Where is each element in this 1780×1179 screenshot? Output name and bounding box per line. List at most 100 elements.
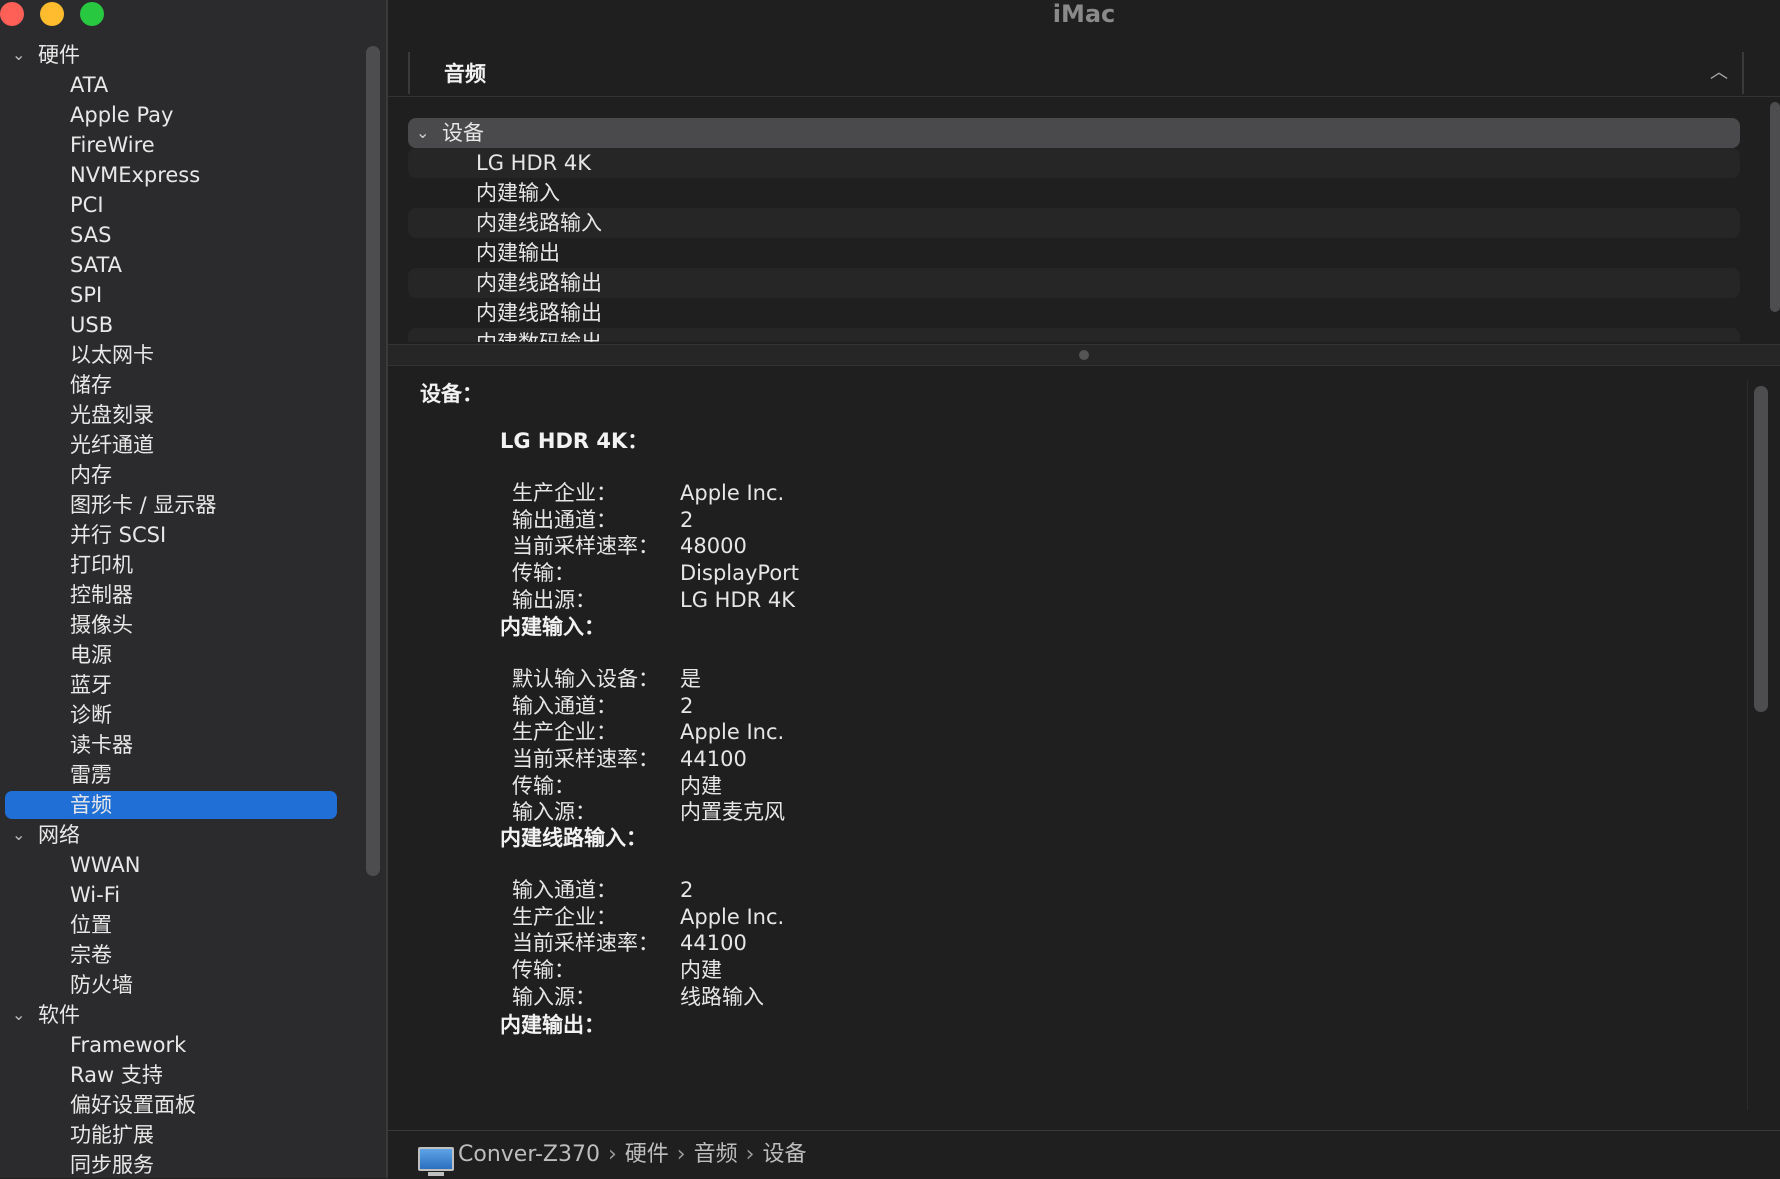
- sidebar-item[interactable]: 雷雳: [0, 760, 370, 790]
- minimize-window-button[interactable]: [40, 2, 64, 26]
- device-row[interactable]: 内建线路输入: [408, 208, 1740, 238]
- sidebar-item[interactable]: WWAN: [0, 850, 370, 880]
- sidebar-item[interactable]: 功能扩展: [0, 1120, 370, 1150]
- sidebar-item[interactable]: 宗卷: [0, 940, 370, 970]
- splitter-handle[interactable]: [1079, 350, 1089, 360]
- chevron-down-icon[interactable]: ⌄: [416, 118, 429, 148]
- sidebar-item[interactable]: USB: [0, 310, 370, 340]
- breadcrumb-item[interactable]: Conver-Z370: [458, 1142, 600, 1167]
- device-row[interactable]: 内建线路输出: [408, 298, 1740, 328]
- breadcrumb-item[interactable]: 设备: [762, 1142, 806, 1167]
- property-key: 生产企业：: [512, 904, 617, 929]
- chevron-up-icon[interactable]: ︿: [1710, 58, 1728, 84]
- device-row[interactable]: 内建线路输出: [408, 268, 1740, 298]
- sidebar-item[interactable]: SPI: [0, 280, 370, 310]
- sidebar-item-label: NVMExpress: [70, 163, 201, 187]
- property-key: 输出通道：: [512, 507, 617, 532]
- sidebar-item[interactable]: 蓝牙: [0, 670, 370, 700]
- property-row: 传输： 内建: [512, 957, 1400, 984]
- sidebar-item[interactable]: Raw 支持: [0, 1060, 370, 1090]
- property-key: 输入通道：: [512, 693, 617, 718]
- sidebar-item[interactable]: 控制器: [0, 580, 370, 610]
- device-row[interactable]: LG HDR 4K: [408, 148, 1740, 178]
- sidebar-tree: ⌄ 硬件 ATA Apple Pay FireWire NVMExpress PCI SAS S…: [0, 40, 370, 1178]
- sidebar-item[interactable]: 位置: [0, 910, 370, 940]
- sidebar-item[interactable]: ATA: [0, 70, 370, 100]
- device-row[interactable]: 内建输出: [408, 238, 1740, 268]
- zoom-window-button[interactable]: [80, 2, 104, 26]
- sidebar-group[interactable]: ⌄ 软件: [0, 1000, 370, 1030]
- sidebar-item[interactable]: 同步服务: [0, 1150, 370, 1178]
- sidebar-item[interactable]: NVMExpress: [0, 160, 370, 190]
- main-pane: iMac 音频 ︿ ⌄ 设备 LG HDR 4K 内建输入 内建线路输入 内建输出 内建线路…: [388, 0, 1780, 1179]
- sidebar-item[interactable]: 诊断: [0, 700, 370, 730]
- sidebar-item[interactable]: 光纤通道: [0, 430, 370, 460]
- breadcrumb-item[interactable]: 音频: [694, 1142, 738, 1167]
- breadcrumb-item[interactable]: 硬件: [625, 1142, 669, 1167]
- sidebar-item[interactable]: 摄像头: [0, 610, 370, 640]
- sidebar-scrollbar[interactable]: [366, 46, 380, 876]
- sidebar-item[interactable]: Apple Pay: [0, 100, 370, 130]
- sidebar-item-label: 控制器: [70, 583, 133, 607]
- device-detail: 内建输出：: [500, 1010, 1400, 1040]
- sidebar-item-label: 内存: [70, 463, 112, 487]
- sidebar-item[interactable]: Framework: [0, 1030, 370, 1060]
- sidebar-item[interactable]: 偏好设置面板: [0, 1090, 370, 1120]
- close-window-button[interactable]: [0, 2, 24, 26]
- sidebar-group[interactable]: ⌄ 网络: [0, 820, 370, 850]
- property-key: 当前采样速率：: [512, 747, 659, 772]
- chevron-down-icon[interactable]: ⌄: [12, 1000, 25, 1030]
- sidebar-item-label: 蓝牙: [70, 673, 112, 697]
- sidebar-item[interactable]: 并行 SCSI: [0, 520, 370, 550]
- property-row: 输入通道： 2: [512, 877, 1400, 904]
- property-row: 默认输入设备： 是: [512, 666, 1400, 693]
- property-key: 输入源：: [512, 984, 596, 1009]
- sidebar-item[interactable]: 电源: [0, 640, 370, 670]
- window-title: iMac: [1052, 0, 1116, 28]
- property-row: 输出通道： 2: [512, 507, 1400, 534]
- device-row[interactable]: 内建输入: [408, 178, 1740, 208]
- chevron-down-icon[interactable]: ⌄: [12, 40, 25, 70]
- breadcrumb-separator: ›: [676, 1142, 686, 1167]
- property-key: 输出源：: [512, 587, 596, 612]
- sidebar-item[interactable]: 打印机: [0, 550, 370, 580]
- chevron-down-icon[interactable]: ⌄: [12, 820, 25, 850]
- property-key: 当前采样速率：: [512, 534, 659, 559]
- breadcrumb-separator: ›: [745, 1142, 755, 1167]
- computer-icon: [418, 1147, 454, 1176]
- sidebar-item-label: SAS: [70, 223, 112, 247]
- device-row[interactable]: 内建数码输出: [408, 328, 1740, 342]
- sidebar-item-label: 并行 SCSI: [70, 523, 167, 547]
- sidebar-item[interactable]: 图形卡 / 显示器: [0, 490, 370, 520]
- sidebar-item[interactable]: SAS: [0, 220, 370, 250]
- sidebar-item[interactable]: 读卡器: [0, 730, 370, 760]
- sidebar-item[interactable]: 音频: [0, 790, 370, 820]
- sidebar-item[interactable]: 光盘刻录: [0, 400, 370, 430]
- device-detail-title: 内建线路输入：: [500, 826, 647, 850]
- sidebar-item[interactable]: 以太网卡: [0, 340, 370, 370]
- sidebar-item[interactable]: SATA: [0, 250, 370, 280]
- pane-splitter[interactable]: [388, 344, 1780, 366]
- section-header: 音频 ︿: [408, 52, 1744, 94]
- property-value: Apple Inc.: [680, 720, 785, 745]
- sidebar-item-label: 光纤通道: [70, 433, 154, 457]
- sidebar-item[interactable]: 防火墙: [0, 970, 370, 1000]
- property-row: 输入源： 线路输入: [512, 984, 1400, 1011]
- sidebar-item-label: FireWire: [70, 133, 155, 157]
- device-group-row[interactable]: ⌄ 设备: [408, 118, 1740, 148]
- sidebar-item[interactable]: 储存: [0, 370, 370, 400]
- section-title: 音频: [444, 62, 486, 86]
- sidebar-group[interactable]: ⌄ 硬件: [0, 40, 370, 70]
- sidebar-item[interactable]: FireWire: [0, 130, 370, 160]
- detail-scrollbar[interactable]: [1754, 386, 1768, 712]
- header-divider: [388, 96, 1780, 97]
- device-detail-title: LG HDR 4K：: [500, 429, 649, 453]
- device-list-scrollbar[interactable]: [1770, 102, 1780, 312]
- property-row: 生产企业： Apple Inc.: [512, 904, 1400, 931]
- sidebar-item[interactable]: Wi-Fi: [0, 880, 370, 910]
- property-key: 生产企业：: [512, 720, 617, 745]
- sidebar-item[interactable]: 内存: [0, 460, 370, 490]
- sidebar-item[interactable]: PCI: [0, 190, 370, 220]
- property-value: 48000: [680, 534, 747, 559]
- sidebar-item-label: PCI: [70, 193, 104, 217]
